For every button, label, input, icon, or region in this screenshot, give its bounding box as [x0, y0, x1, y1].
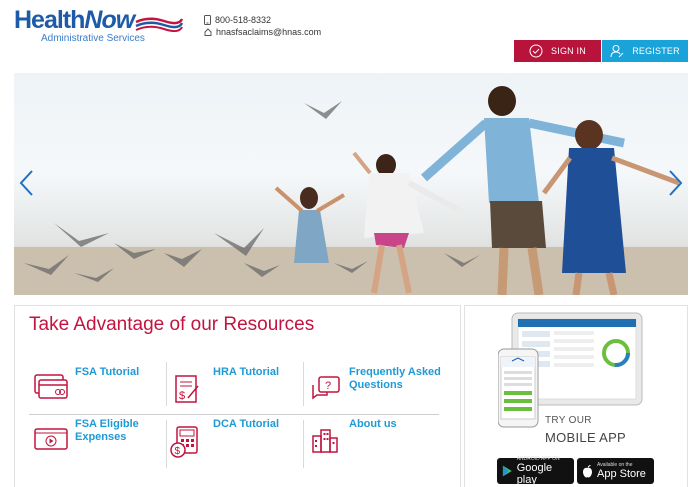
- divider: [29, 414, 439, 415]
- contact-info: 800-518-8332 hnasfsaclaims@hnas.com: [204, 14, 321, 38]
- resource-dca-tutorial[interactable]: $ DCA Tutorial: [170, 418, 298, 462]
- user-edit-icon: [610, 45, 624, 58]
- resource-label: DCA Tutorial: [213, 418, 279, 430]
- resources-title-part3: of our Resources: [164, 314, 315, 335]
- email-address[interactable]: hnasfsaclaims@hnas.com: [216, 26, 321, 38]
- sign-in-button[interactable]: SIGN IN: [514, 40, 601, 62]
- resource-faq[interactable]: ? Frequently Asked Questions: [311, 364, 441, 408]
- svg-text:$: $: [175, 446, 181, 457]
- chevron-right-icon: [669, 170, 683, 196]
- resource-label: FSA Tutorial: [75, 366, 140, 378]
- google-play-icon: [502, 465, 512, 477]
- app-store-big-text: App Store: [597, 468, 646, 480]
- carousel-prev-button[interactable]: [17, 168, 37, 198]
- apple-icon: [583, 464, 592, 477]
- resource-about-us[interactable]: About us: [311, 418, 439, 462]
- logo-text-health: Health: [14, 6, 85, 34]
- resources-title: Take Advantage of our Resources: [29, 314, 314, 336]
- hero-carousel[interactable]: [14, 73, 688, 295]
- svg-text:$: $: [179, 390, 185, 402]
- video-play-icon: [34, 428, 68, 450]
- google-play-big-text: Google play: [516, 462, 553, 486]
- logo-wordmark: HealthNow: [14, 6, 135, 34]
- buildings-icon: [312, 429, 338, 453]
- divider: [166, 420, 167, 468]
- resource-hra-tutorial[interactable]: $ HRA Tutorial: [173, 364, 298, 408]
- try-our-label: TRY OUR: [545, 415, 592, 426]
- resources-title-part1: Take: [29, 314, 74, 335]
- divider: [166, 362, 167, 406]
- devices-illustration: [498, 312, 643, 428]
- register-button[interactable]: REGISTER: [602, 40, 688, 62]
- phone-icon: [204, 15, 211, 25]
- chevron-left-icon: [19, 170, 33, 196]
- calculator-dollar-icon: $: [170, 426, 198, 458]
- google-play-button[interactable]: ANDROID APP ON Google play: [497, 456, 574, 486]
- resources-title-part2: Advantage: [73, 314, 165, 335]
- check-circle-icon: [529, 44, 543, 58]
- svg-text:?: ?: [325, 380, 331, 392]
- resource-label: FSA Eligible Expenses: [75, 418, 139, 443]
- home-mail-icon: [204, 28, 212, 36]
- email-row: hnasfsaclaims@hnas.com: [204, 26, 321, 38]
- logo-subtitle: Administrative Services: [41, 33, 145, 44]
- sign-in-label: SIGN IN: [551, 46, 586, 56]
- app-store-button[interactable]: Available on the App Store: [577, 458, 654, 484]
- resource-fsa-eligible-expenses[interactable]: FSA Eligible Expenses: [34, 418, 159, 462]
- resource-label: About us: [349, 418, 397, 430]
- resource-label: Frequently Asked Questions: [349, 366, 441, 391]
- resource-fsa-tutorial[interactable]: FSA Tutorial: [34, 364, 159, 408]
- carousel-next-button[interactable]: [665, 168, 685, 198]
- logo-swoosh-icon: [135, 17, 184, 32]
- phone-number[interactable]: 800-518-8332: [215, 14, 271, 26]
- logo-text-now: Now: [84, 6, 135, 34]
- dollar-document-icon: $: [175, 375, 199, 403]
- mobile-app-label: MOBILE APP: [545, 430, 627, 445]
- credit-card-icon: [34, 374, 68, 399]
- hero-image: [14, 86, 688, 295]
- phone-row: 800-518-8332: [204, 14, 321, 26]
- divider: [303, 362, 304, 406]
- question-chat-icon: ?: [312, 376, 340, 400]
- divider: [303, 420, 304, 468]
- resource-label: HRA Tutorial: [213, 366, 279, 378]
- register-label: REGISTER: [632, 46, 680, 56]
- healthnow-logo[interactable]: HealthNow Administrative Services: [14, 8, 184, 48]
